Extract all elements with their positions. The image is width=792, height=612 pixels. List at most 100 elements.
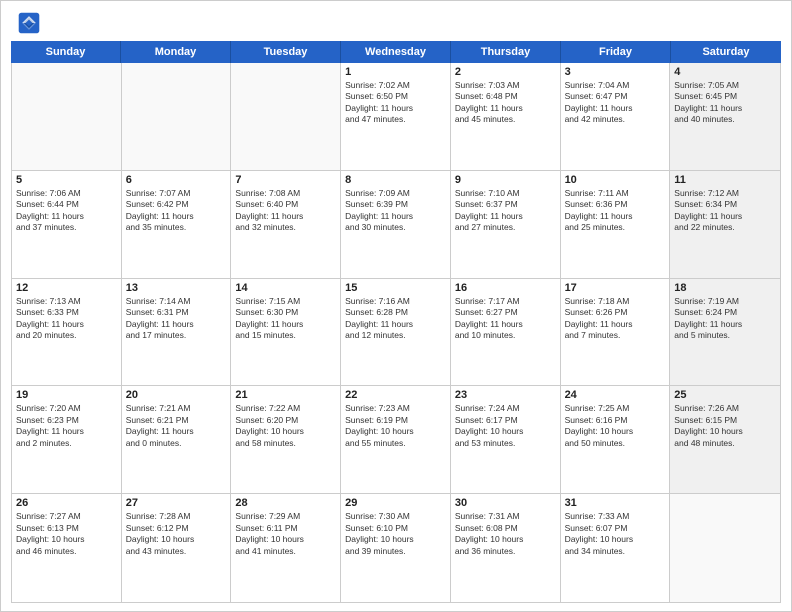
calendar-cell: 8Sunrise: 7:09 AM Sunset: 6:39 PM Daylig…: [341, 171, 451, 278]
weekday-header-sunday: Sunday: [11, 41, 121, 63]
day-number: 17: [565, 282, 666, 294]
weekday-header-tuesday: Tuesday: [231, 41, 341, 63]
logo: [17, 11, 43, 35]
calendar-row-2: 12 Sunrise: 7:13 AM Sunset: 6:33 PM Dayli…: [12, 279, 780, 387]
header: [1, 1, 791, 41]
calendar-cell: 1 Sunrise: 7:02 AM Sunset: 6:50 PM Daylig…: [341, 63, 451, 170]
weekday-header-wednesday: Wednesday: [341, 41, 451, 63]
day-info: Sunrise: 7:22 AM Sunset: 6:20 PM Dayligh…: [235, 403, 336, 449]
calendar-cell: 24 Sunrise: 7:25 AM Sunset: 6:16 PM Dayli…: [561, 386, 671, 493]
day-info: Sunrise: 7:04 AM Sunset: 6:47 PM Dayligh…: [565, 80, 666, 126]
calendar-cell: 3 Sunrise: 7:04 AM Sunset: 6:47 PM Daylig…: [561, 63, 671, 170]
day-number: 7: [235, 174, 336, 186]
day-info: Sunrise: 7:30 AM Sunset: 6:10 PM Dayligh…: [345, 511, 446, 557]
day-number: 18: [674, 282, 776, 294]
day-info: Sunrise: 7:09 AM Sunset: 6:39 PM Dayligh…: [345, 188, 446, 234]
day-number: 15: [345, 282, 446, 294]
calendar-cell: 30 Sunrise: 7:31 AM Sunset: 6:08 PM Dayli…: [451, 494, 561, 602]
calendar-cell: 17 Sunrise: 7:18 AM Sunset: 6:26 PM Dayli…: [561, 279, 671, 386]
day-number: 6: [126, 174, 227, 186]
calendar-cell: 29 Sunrise: 7:30 AM Sunset: 6:10 PM Dayli…: [341, 494, 451, 602]
day-info: Sunrise: 7:11 AM Sunset: 6:36 PM Dayligh…: [565, 188, 666, 234]
day-info: Sunrise: 7:13 AM Sunset: 6:33 PM Dayligh…: [16, 296, 117, 342]
day-number: 30: [455, 497, 556, 509]
weekday-header-thursday: Thursday: [451, 41, 561, 63]
day-number: 21: [235, 389, 336, 401]
day-number: 28: [235, 497, 336, 509]
day-number: 16: [455, 282, 556, 294]
calendar-cell: 15 Sunrise: 7:16 AM Sunset: 6:28 PM Dayli…: [341, 279, 451, 386]
day-info: Sunrise: 7:20 AM Sunset: 6:23 PM Dayligh…: [16, 403, 117, 449]
weekday-header-friday: Friday: [561, 41, 671, 63]
day-info: Sunrise: 7:24 AM Sunset: 6:17 PM Dayligh…: [455, 403, 556, 449]
day-number: 22: [345, 389, 446, 401]
day-number: 31: [565, 497, 666, 509]
day-info: Sunrise: 7:29 AM Sunset: 6:11 PM Dayligh…: [235, 511, 336, 557]
calendar-row-1: 5 Sunrise: 7:06 AM Sunset: 6:44 PM Daylig…: [12, 171, 780, 279]
calendar-body: 1 Sunrise: 7:02 AM Sunset: 6:50 PM Daylig…: [11, 63, 781, 603]
day-number: 10: [565, 174, 666, 186]
calendar-cell: 4 Sunrise: 7:05 AM Sunset: 6:45 PM Daylig…: [670, 63, 780, 170]
day-info: Sunrise: 7:21 AM Sunset: 6:21 PM Dayligh…: [126, 403, 227, 449]
day-number: 19: [16, 389, 117, 401]
weekday-header-saturday: Saturday: [671, 41, 781, 63]
day-number: 20: [126, 389, 227, 401]
calendar-cell: 11Sunrise: 7:12 AM Sunset: 6:34 PM Dayli…: [670, 171, 780, 278]
day-info: Sunrise: 7:25 AM Sunset: 6:16 PM Dayligh…: [565, 403, 666, 449]
day-number: 23: [455, 389, 556, 401]
day-info: Sunrise: 7:10 AM Sunset: 6:37 PM Dayligh…: [455, 188, 556, 234]
day-number: 13: [126, 282, 227, 294]
day-info: Sunrise: 7:18 AM Sunset: 6:26 PM Dayligh…: [565, 296, 666, 342]
calendar-cell: [12, 63, 122, 170]
day-number: 4: [674, 66, 776, 78]
day-info: Sunrise: 7:05 AM Sunset: 6:45 PM Dayligh…: [674, 80, 776, 126]
day-number: 29: [345, 497, 446, 509]
calendar-cell: [122, 63, 232, 170]
calendar-cell: 9 Sunrise: 7:10 AM Sunset: 6:37 PM Daylig…: [451, 171, 561, 278]
day-number: 26: [16, 497, 117, 509]
day-number: 12: [16, 282, 117, 294]
calendar-cell: 27 Sunrise: 7:28 AM Sunset: 6:12 PM Dayli…: [122, 494, 232, 602]
day-info: Sunrise: 7:31 AM Sunset: 6:08 PM Dayligh…: [455, 511, 556, 557]
calendar-cell: 6 Sunrise: 7:07 AM Sunset: 6:42 PM Daylig…: [122, 171, 232, 278]
calendar-row-0: 1 Sunrise: 7:02 AM Sunset: 6:50 PM Daylig…: [12, 63, 780, 171]
day-info: Sunrise: 7:19 AM Sunset: 6:24 PM Dayligh…: [674, 296, 776, 342]
calendar-cell: 16 Sunrise: 7:17 AM Sunset: 6:27 PM Dayli…: [451, 279, 561, 386]
day-info: Sunrise: 7:16 AM Sunset: 6:28 PM Dayligh…: [345, 296, 446, 342]
calendar-cell: 21 Sunrise: 7:22 AM Sunset: 6:20 PM Dayli…: [231, 386, 341, 493]
day-info: Sunrise: 7:27 AM Sunset: 6:13 PM Dayligh…: [16, 511, 117, 557]
calendar-cell: 31Sunrise: 7:33 AM Sunset: 6:07 PM Dayli…: [561, 494, 671, 602]
day-info: Sunrise: 7:02 AM Sunset: 6:50 PM Dayligh…: [345, 80, 446, 126]
calendar-cell: 14 Sunrise: 7:15 AM Sunset: 6:30 PM Dayli…: [231, 279, 341, 386]
calendar-cell: 23 Sunrise: 7:24 AM Sunset: 6:17 PM Dayli…: [451, 386, 561, 493]
day-number: 24: [565, 389, 666, 401]
day-info: Sunrise: 7:03 AM Sunset: 6:48 PM Dayligh…: [455, 80, 556, 126]
day-number: 2: [455, 66, 556, 78]
day-info: Sunrise: 7:17 AM Sunset: 6:27 PM Dayligh…: [455, 296, 556, 342]
calendar-cell: 25 Sunrise: 7:26 AM Sunset: 6:15 PM Dayli…: [670, 386, 780, 493]
calendar-cell: 26 Sunrise: 7:27 AM Sunset: 6:13 PM Dayli…: [12, 494, 122, 602]
day-number: 1: [345, 66, 446, 78]
day-number: 3: [565, 66, 666, 78]
calendar-row-4: 26 Sunrise: 7:27 AM Sunset: 6:13 PM Dayli…: [12, 494, 780, 602]
day-info: Sunrise: 7:15 AM Sunset: 6:30 PM Dayligh…: [235, 296, 336, 342]
calendar-cell: 19 Sunrise: 7:20 AM Sunset: 6:23 PM Dayli…: [12, 386, 122, 493]
calendar-cell: 5 Sunrise: 7:06 AM Sunset: 6:44 PM Daylig…: [12, 171, 122, 278]
day-info: Sunrise: 7:12 AM Sunset: 6:34 PM Dayligh…: [674, 188, 776, 234]
day-number: 25: [674, 389, 776, 401]
calendar-cell: [231, 63, 341, 170]
calendar-header: SundayMondayTuesdayWednesdayThursdayFrid…: [11, 41, 781, 63]
day-info: Sunrise: 7:28 AM Sunset: 6:12 PM Dayligh…: [126, 511, 227, 557]
weekday-header-monday: Monday: [121, 41, 231, 63]
day-info: Sunrise: 7:07 AM Sunset: 6:42 PM Dayligh…: [126, 188, 227, 234]
calendar-row-3: 19 Sunrise: 7:20 AM Sunset: 6:23 PM Dayli…: [12, 386, 780, 494]
calendar-cell: 12 Sunrise: 7:13 AM Sunset: 6:33 PM Dayli…: [12, 279, 122, 386]
day-info: Sunrise: 7:26 AM Sunset: 6:15 PM Dayligh…: [674, 403, 776, 449]
day-info: Sunrise: 7:06 AM Sunset: 6:44 PM Dayligh…: [16, 188, 117, 234]
day-number: 14: [235, 282, 336, 294]
day-info: Sunrise: 7:14 AM Sunset: 6:31 PM Dayligh…: [126, 296, 227, 342]
day-number: 9: [455, 174, 556, 186]
day-number: 5: [16, 174, 117, 186]
day-number: 27: [126, 497, 227, 509]
day-info: Sunrise: 7:08 AM Sunset: 6:40 PM Dayligh…: [235, 188, 336, 234]
